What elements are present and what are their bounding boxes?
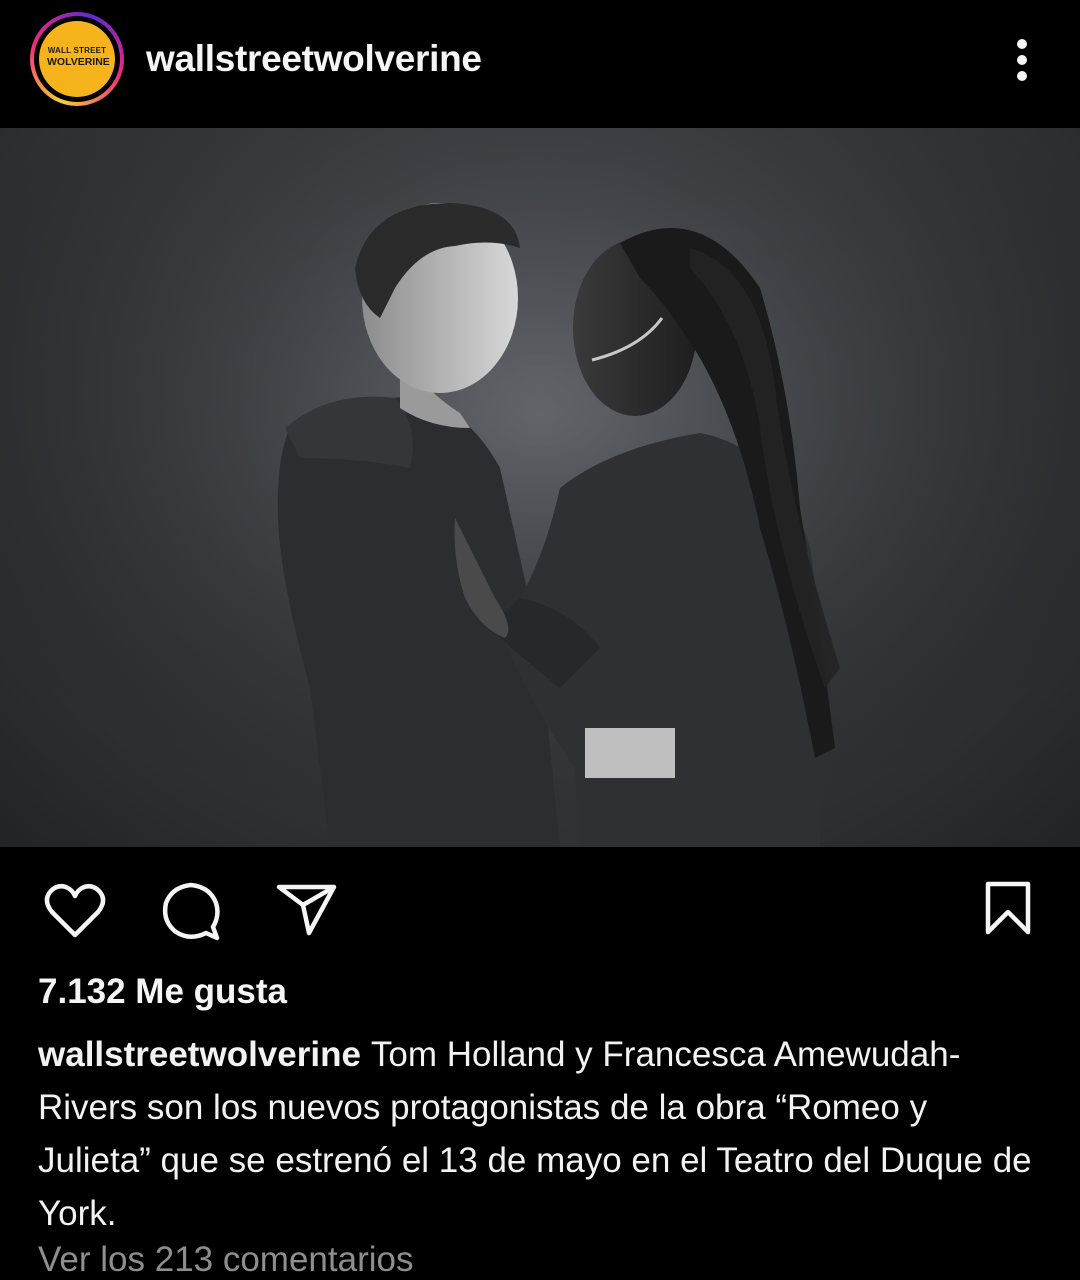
comment-button[interactable] bbox=[160, 881, 222, 948]
post-actions-bar bbox=[0, 847, 1080, 967]
logo-line2: WOLVERINE bbox=[47, 56, 110, 68]
photo-icon bbox=[0, 128, 1080, 847]
heart-icon bbox=[44, 883, 106, 938]
like-button[interactable] bbox=[44, 883, 106, 944]
more-vertical-icon bbox=[1017, 39, 1027, 81]
share-button[interactable] bbox=[276, 883, 338, 942]
post-photo[interactable] bbox=[0, 128, 1080, 847]
post-header: WALL STREET WOLVERINE wallstreetwolverin… bbox=[0, 0, 1080, 128]
logo-line1: WALL STREET bbox=[47, 46, 107, 55]
view-comments-link[interactable]: Ver los 213 comentarios bbox=[38, 1240, 413, 1280]
bookmark-icon bbox=[985, 881, 1031, 935]
more-options-button[interactable] bbox=[1004, 36, 1040, 84]
post-caption: wallstreetwolverine Tom Holland y Frances… bbox=[38, 1028, 1048, 1240]
brand-logo: WALL STREET WOLVERINE bbox=[47, 46, 110, 68]
save-button[interactable] bbox=[984, 881, 1032, 940]
send-icon bbox=[276, 884, 337, 936]
likes-count[interactable]: 7.132 Me gusta bbox=[38, 972, 287, 1012]
post-username[interactable]: wallstreetwolverine bbox=[146, 38, 482, 80]
comment-icon bbox=[162, 882, 220, 941]
caption-username[interactable]: wallstreetwolverine bbox=[38, 1035, 361, 1074]
avatar[interactable]: WALL STREET WOLVERINE bbox=[30, 12, 124, 106]
avatar-ring-gap: WALL STREET WOLVERINE bbox=[34, 16, 120, 102]
avatar-logo-circle: WALL STREET WOLVERINE bbox=[39, 21, 115, 97]
